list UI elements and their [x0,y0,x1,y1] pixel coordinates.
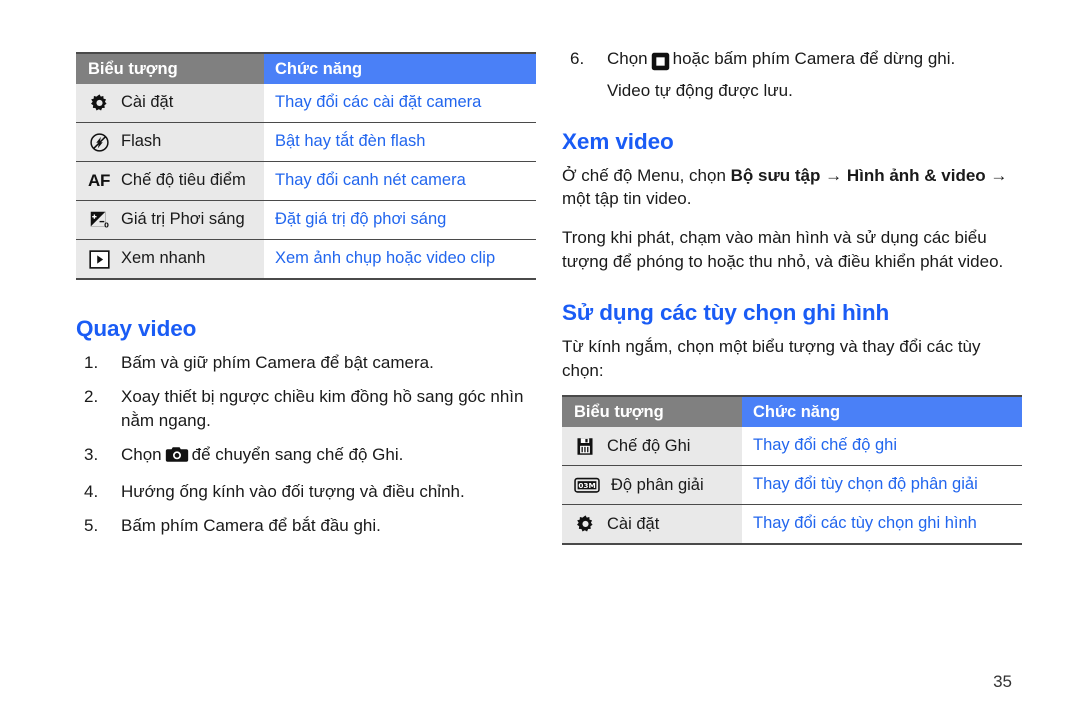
step-six-list: 6. Chọn hoặc bấm phím Camera để dừng ghi.… [562,47,1022,103]
camera-icon-table: Biểu tượng Chức năng Cài đặt Thay đổi cá… [76,52,536,280]
document-page: Biểu tượng Chức năng Cài đặt Thay đổi cá… [0,0,1080,720]
icon-label: Cài đặt [607,514,660,533]
step-number: 5. [84,516,99,536]
table-row: AF Chế độ tiêu điểm Thay đổi canh nét ca… [76,161,536,201]
icon-cell: Xem nhanh [76,239,264,279]
list-item: 2. Xoay thiết bị ngược chiều kim đồng hồ… [76,385,536,432]
icon-label: Chế độ Ghi [607,436,691,455]
gear-icon [86,90,112,116]
table-row: 0 Giá trị Phơi sáng Đặt giá trị độ phơi … [76,200,536,240]
step-text: Chọn [121,444,162,464]
recording-options-table: Biểu tượng Chức năng Chế độ Ghi Thay đổi… [562,395,1022,546]
xem-video-paragraph-1: Ở chế độ Menu, chọn Bộ sưu tập → Hình ản… [562,164,1022,211]
step-number: 1. [84,353,99,372]
step-text-after: hoặc bấm phím Camera để dừng ghi. [672,49,956,68]
table-row: 03M Độ phân giải Thay đổi tùy chọn độ ph… [562,465,1022,505]
section-heading-xem-video: Xem video [562,128,674,154]
table-header-row: Biểu tượng Chức năng [76,53,536,84]
function-cell: Thay đổi chế độ ghi [742,427,1022,466]
col-header-icon: Biểu tượng [76,53,264,84]
list-item: 6. Chọn hoặc bấm phím Camera để dừng ghi.… [562,47,1022,103]
step-text: Hướng ống kính vào đối tượng và điều chỉ… [121,482,465,502]
icon-label: Xem nhanh [121,249,206,268]
icon-label: Giá trị Phơi sáng [121,210,245,229]
function-cell: Thay đổi các cài đặt camera [264,84,536,123]
icon-label: Chế độ tiêu điểm [121,171,246,190]
menu-path-hinh-anh-video: Hình ảnh & video [846,165,986,185]
step-text-after: để chuyển sang chế độ Ghi. [191,444,404,464]
right-column: 6. Chọn hoặc bấm phím Camera để dừng ghi.… [562,47,1022,546]
left-column: Biểu tượng Chức năng Cài đặt Thay đổi cá… [76,52,536,549]
section-heading-su-dung: Sử dụng các tùy chọn ghi hình [562,300,890,326]
af-icon: AF [86,168,112,194]
svg-text:0: 0 [104,222,109,230]
step-text: Chọn [607,49,648,68]
function-cell: Thay đổi tùy chọn độ phân giải [742,465,1022,505]
table-row: Flash Bật hay tắt đèn flash [76,122,536,162]
function-cell: Xem ảnh chụp hoặc video clip [264,239,536,279]
col-header-function: Chức năng [742,396,1022,428]
stop-icon [651,50,670,73]
list-item: 4. Hướng ống kính vào đối tượng và điều … [76,480,536,503]
icon-cell: Cài đặt [76,84,264,123]
camera-icon [165,446,189,469]
step-text: Bấm phím Camera để bắt đầu ghi. [121,516,381,536]
icon-cell: Flash [76,122,264,162]
list-item: 1. Bấm và giữ phím Camera để bật camera. [76,351,536,374]
quay-video-steps: 1. Bấm và giữ phím Camera để bật camera.… [76,351,536,538]
function-cell: Bật hay tắt đèn flash [264,122,536,162]
icon-cell: 0 Giá trị Phơi sáng [76,200,264,240]
table-row: Cài đặt Thay đổi các tùy chọn ghi hình [562,504,1022,545]
col-header-icon: Biểu tượng [562,396,742,428]
icon-cell: Chế độ Ghi [562,427,742,466]
function-cell: Thay đổi canh nét camera [264,161,536,201]
icon-cell: Cài đặt [562,504,742,545]
flash-icon [86,129,112,155]
section-heading-quay-video: Quay video [76,316,197,341]
list-item: 3. Chọn để chuyển sang chế độ Ghi. [76,443,536,469]
xem-video-paragraph-2: Trong khi phát, chạm vào màn hình và sử … [562,228,1004,271]
step-number: 6. [570,49,585,68]
table-row: Xem nhanh Xem ảnh chụp hoặc video clip [76,239,536,279]
icon-cell: 03M Độ phân giải [562,465,742,505]
step-number: 4. [84,482,99,502]
step-substep: Video tự động được lưu. [607,81,793,101]
af-icon-text: AF [87,171,111,190]
exposure-icon: 0 [86,207,112,233]
svg-text:03M: 03M [578,481,595,490]
page-number: 35 [993,672,1012,691]
step-text: Xoay thiết bị ngược chiều kim đồng hồ sa… [121,387,524,430]
record-mode-icon [572,433,598,459]
resolution-icon: 03M [572,472,602,498]
step-number: 3. [84,444,99,464]
gear-icon [572,511,598,537]
function-cell: Đặt giá trị độ phơi sáng [264,200,536,240]
su-dung-intro: Từ kính ngắm, chọn một biểu tượng và tha… [562,337,981,380]
table-header-row: Biểu tượng Chức năng [562,396,1022,428]
icon-label: Độ phân giải [611,475,704,494]
col-header-function: Chức năng [264,53,536,84]
list-item: 5. Bấm phím Camera để bắt đầu ghi. [76,514,536,537]
function-cell: Thay đổi các tùy chọn ghi hình [742,504,1022,545]
table-row: Chế độ Ghi Thay đổi chế độ ghi [562,427,1022,466]
step-number: 2. [84,387,99,407]
step-text: Bấm và giữ phím Camera để bật camera. [121,353,434,372]
icon-label: Flash [121,132,162,151]
prose-part: → [820,165,847,185]
table-row: Cài đặt Thay đổi các cài đặt camera [76,84,536,123]
menu-path-bo-suu-tap: Bộ sưu tập [730,165,821,185]
icon-cell: AF Chế độ tiêu điểm [76,161,264,201]
quickview-play-icon [86,246,112,272]
icon-label: Cài đặt [121,93,174,112]
prose-part: Ở chế độ Menu, chọn [562,165,731,185]
